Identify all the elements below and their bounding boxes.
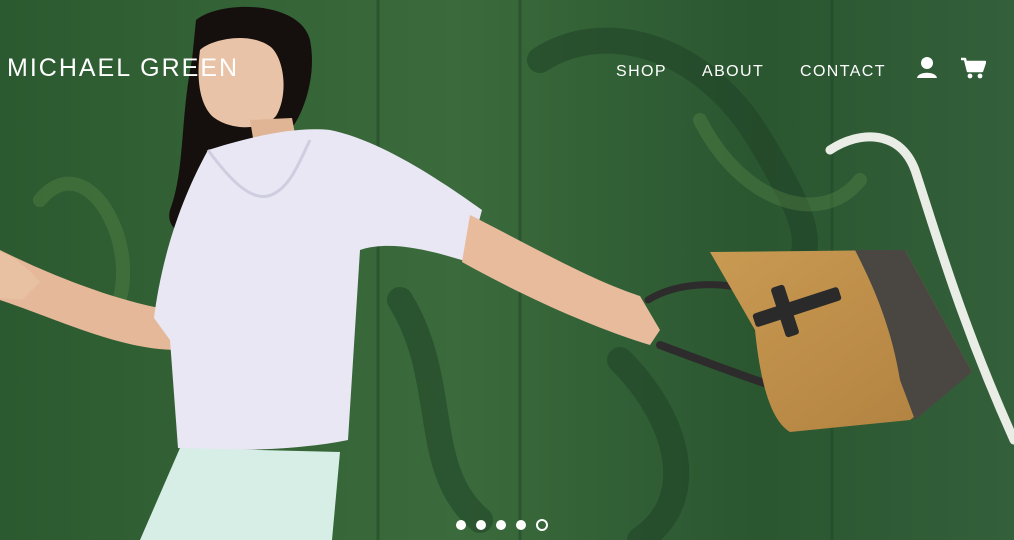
cart-icon[interactable]	[960, 56, 987, 80]
nav-item-about[interactable]: ABOUT	[702, 63, 764, 81]
slider-dot-3[interactable]	[496, 520, 506, 530]
site-logo[interactable]: MICHAEL GREEN	[7, 54, 239, 83]
nav-item-contact[interactable]: CONTACT	[800, 63, 886, 81]
nav-item-shop[interactable]: SHOP	[616, 63, 667, 81]
slider-dot-1[interactable]	[456, 520, 466, 530]
site-header: MICHAEL GREEN SHOP ABOUT CONTACT	[0, 0, 1014, 140]
slider-dot-5[interactable]	[536, 519, 548, 531]
slider-dot-4[interactable]	[516, 520, 526, 530]
slider-dot-2[interactable]	[476, 520, 486, 530]
account-icon[interactable]	[916, 56, 938, 80]
